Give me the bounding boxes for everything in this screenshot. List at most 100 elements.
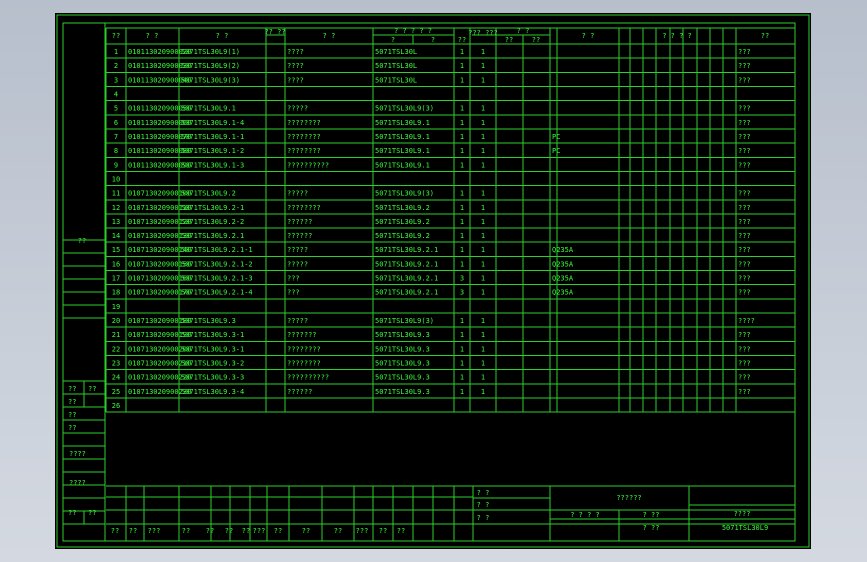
row-name: ????? xyxy=(287,190,308,198)
row-qty-b: 1 xyxy=(481,289,485,297)
header-qty: ??? ??? xyxy=(468,29,498,37)
sign-label: ?? xyxy=(182,527,190,535)
row-qty-a: 1 xyxy=(460,345,464,353)
row-name: ????? xyxy=(287,105,308,113)
row-qty-a: 1 xyxy=(460,204,464,212)
row-qty-a: 1 xyxy=(460,260,464,268)
row-index: 19 xyxy=(112,303,120,311)
row-drawing-no: 5071TSL30L9.2-2 xyxy=(181,218,244,226)
row-name: ???? xyxy=(287,62,304,70)
sign-label: ?? xyxy=(111,527,119,535)
row-remark: ??? xyxy=(738,218,751,226)
row-qty-a: 1 xyxy=(460,232,464,240)
row-qty-b: 1 xyxy=(481,260,485,268)
row-index: 18 xyxy=(112,289,120,297)
row-drawing-no: 5071TSL30L9.1-4 xyxy=(181,119,244,127)
left-label-h1: ?? xyxy=(68,509,76,517)
row-remark: ???? xyxy=(738,317,755,325)
row-drawing-no: 5071TSL30L9(3) xyxy=(181,76,240,84)
row-name: ????? xyxy=(287,246,308,254)
row-qty-a: 1 xyxy=(460,331,464,339)
sign-label: ?? xyxy=(129,527,137,535)
header-ref-sub3: ?? xyxy=(458,36,466,44)
row-reference: 5071TSL30L9.1 xyxy=(375,119,430,127)
row-drawing-no: 5071TSL30L9.2.1 xyxy=(181,232,244,240)
row-index: 21 xyxy=(112,331,120,339)
row-qty-b: 1 xyxy=(481,119,485,127)
row-reference: 5071TSL30L9.3 xyxy=(375,374,430,382)
row-reference: 5071TSL30L9.1 xyxy=(375,133,430,141)
row-index: 6 xyxy=(114,119,118,127)
row-reference: 5071TSL30L9.2 xyxy=(375,204,430,212)
row-remark: ??? xyxy=(738,260,751,268)
row-qty-b: 1 xyxy=(481,218,485,226)
row-qty-b: 1 xyxy=(481,317,485,325)
row-qty-a: 1 xyxy=(460,246,464,254)
row-remark: ??? xyxy=(738,360,751,368)
row-drawing-no: 5071TSL30L9(2) xyxy=(181,62,240,70)
company-name: ???? xyxy=(734,510,751,518)
row-name: ??? xyxy=(287,289,300,297)
title-top-b: ? ? xyxy=(477,501,490,509)
row-qty-a: 3 xyxy=(460,289,464,297)
sign-label: ?? xyxy=(379,527,387,535)
row-qty-a: 1 xyxy=(460,190,464,198)
header-ref-group: ? ? ? ? ? xyxy=(394,27,432,35)
sign-label: ?? xyxy=(274,527,282,535)
row-drawing-no: 5071TSL30L9.3-2 xyxy=(181,360,244,368)
row-name: ?????? xyxy=(287,388,312,396)
row-drawing-no: 5071TSL30L9.2-1 xyxy=(181,204,244,212)
row-index: 26 xyxy=(112,402,120,410)
row-index: 22 xyxy=(112,345,120,353)
row-qty-b: 1 xyxy=(481,374,485,382)
row-name: ???????? xyxy=(287,119,321,127)
row-qty-a: 1 xyxy=(460,388,464,396)
left-label-h2: ?? xyxy=(88,509,96,517)
header-weight-sub1: ?? xyxy=(505,36,513,44)
row-qty-b: 1 xyxy=(481,232,485,240)
row-reference: 5071TSL30L9.2.1 xyxy=(375,289,438,297)
row-drawing-no: 5071TSL30L9.3 xyxy=(181,317,236,325)
row-material: Q235A xyxy=(552,275,574,283)
row-drawing-no: 5071TSL30L9.1-1 xyxy=(181,133,244,141)
bom-drawing: ??????????????????????????? ?? ??? ??? ?… xyxy=(56,14,810,548)
row-remark: ??? xyxy=(738,119,751,127)
row-drawing-no: 5071TSL30L9.3-1 xyxy=(181,345,244,353)
row-index: 2 xyxy=(114,62,118,70)
row-remark: ??? xyxy=(738,331,751,339)
row-index: 17 xyxy=(112,275,120,283)
row-qty-b: 1 xyxy=(481,360,485,368)
row-material: PC xyxy=(552,133,560,141)
row-index: 24 xyxy=(112,374,120,382)
row-name: ?????????? xyxy=(287,374,329,382)
left-label-g: ???? xyxy=(69,479,86,487)
sign-label: ??? xyxy=(356,527,369,535)
row-reference: 5071TSL30L9.2.1 xyxy=(375,246,438,254)
row-remark: ??? xyxy=(738,345,751,353)
row-name: ???????? xyxy=(287,147,321,155)
row-reference: 5071TSL30L9.2.1 xyxy=(375,275,438,283)
left-label-d: ?? xyxy=(68,411,76,419)
row-index: 5 xyxy=(114,105,118,113)
row-remark: ??? xyxy=(738,275,751,283)
row-reference: 5071TSL30L9.2 xyxy=(375,232,430,240)
row-index: 8 xyxy=(114,147,118,155)
row-reference: 5071TSL30L xyxy=(375,48,417,56)
row-qty-a: 1 xyxy=(460,317,464,325)
header-weight: ? ? xyxy=(517,27,530,35)
row-name: ??? xyxy=(287,275,300,283)
row-index: 10 xyxy=(112,175,120,183)
header-ref-sub2: ? xyxy=(431,36,435,44)
row-drawing-no: 5071TSL30L9.1-2 xyxy=(181,147,244,155)
row-reference: 5071TSL30L9.3 xyxy=(375,331,430,339)
row-qty-b: 1 xyxy=(481,133,485,141)
row-name: ?????????? xyxy=(287,161,329,169)
row-remark: ??? xyxy=(738,161,751,169)
row-qty-a: 1 xyxy=(460,360,464,368)
row-reference: 5071TSL30L9.3 xyxy=(375,345,430,353)
row-drawing-no: 5071TSL30L9.2.1-3 xyxy=(181,275,253,283)
drawing-sheet: ??????????????????????????? ?? ??? ??? ?… xyxy=(55,13,811,549)
row-qty-a: 1 xyxy=(460,161,464,169)
row-index: 13 xyxy=(112,218,120,226)
row-qty-a: 1 xyxy=(460,48,464,56)
